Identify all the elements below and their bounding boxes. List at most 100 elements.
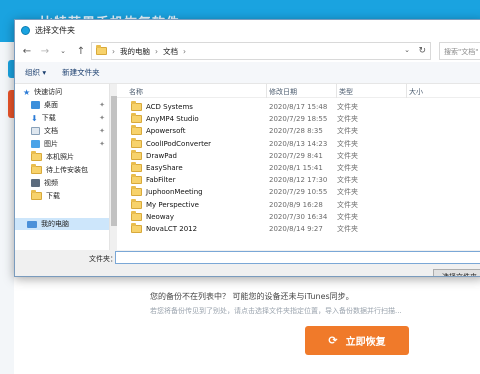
- back-arrow-icon[interactable]: ←: [21, 46, 33, 57]
- file-name-cell: My Perspective: [117, 198, 267, 209]
- file-type: 文件夹: [337, 164, 358, 172]
- desktop-icon: [31, 101, 40, 109]
- column-header-size[interactable]: 大小: [407, 84, 480, 98]
- picture-icon: [31, 140, 40, 148]
- nav-item-local-photos[interactable]: 本机照片: [31, 151, 74, 163]
- file-type: 文件夹: [337, 176, 358, 185]
- file-name: Apowersoft: [146, 127, 186, 136]
- folder-icon: [131, 223, 142, 233]
- restore-button-label: 立即恢复: [345, 337, 386, 348]
- refresh-icon: ⟳: [328, 334, 338, 347]
- dialog-title: 选择文件夹: [35, 25, 75, 35]
- file-date: 2020/7/29 18:55: [269, 115, 328, 124]
- file-name-cell: JuphoonMeeting: [117, 186, 267, 197]
- refresh-icon[interactable]: ↻: [418, 46, 426, 56]
- folder-icon: [31, 151, 42, 161]
- file-date: 2020/7/29 8:41: [269, 151, 323, 160]
- folder-name-label: 文件夹：: [89, 255, 117, 263]
- address-dropdown-icon[interactable]: ⌄: [404, 46, 410, 54]
- folder-name-input[interactable]: [115, 251, 480, 264]
- folder-icon: [131, 137, 142, 148]
- file-row[interactable]: NovaLCT 2012 2020/8/14 9:27 文件夹: [117, 223, 480, 235]
- nav-item-videos[interactable]: 视频: [31, 177, 58, 189]
- pin-icon: ✦: [99, 114, 105, 122]
- file-date: 2020/8/1 15:41: [269, 164, 323, 172]
- chevron-right-icon: ›: [112, 46, 115, 56]
- nav-item-label: 本机照片: [46, 153, 74, 161]
- search-input[interactable]: 搜索"文档": [439, 42, 480, 60]
- file-row[interactable]: JuphoonMeeting 2020/7/29 10:55 文件夹: [117, 186, 480, 198]
- nav-item-label: 待上传安装包: [46, 166, 88, 174]
- file-name-cell: FabFilter: [117, 174, 267, 185]
- restore-now-button[interactable]: ⟳ 立即恢复: [305, 326, 409, 355]
- recent-dropdown-icon[interactable]: ⌄: [57, 47, 69, 55]
- nav-item-this-pc[interactable]: 我的电脑: [15, 218, 109, 230]
- file-name-cell: DrawPad: [117, 149, 267, 160]
- column-header-name[interactable]: 名称: [117, 84, 267, 98]
- select-folder-button[interactable]: 选择文件夹: [433, 269, 480, 276]
- file-row[interactable]: Apowersoft 2020/7/28 8:35 文件夹: [117, 125, 480, 137]
- nav-scrollbar[interactable]: [109, 84, 117, 250]
- file-date: 2020/8/13 14:23: [269, 139, 328, 148]
- file-row[interactable]: FabFilter 2020/8/12 17:30 文件夹: [117, 174, 480, 186]
- file-row[interactable]: My Perspective 2020/8/9 16:28 文件夹: [117, 198, 480, 211]
- breadcrumb-documents[interactable]: 文档: [163, 46, 178, 57]
- file-date: 2020/8/17 15:48: [269, 103, 328, 111]
- pin-icon: ✦: [99, 140, 105, 148]
- column-headers: 名称 修改日期 类型 大小: [117, 84, 480, 98]
- chevron-right-icon: ›: [155, 46, 158, 56]
- breadcrumb-computer[interactable]: 我的电脑: [120, 46, 150, 57]
- nav-item-label: 视频: [44, 179, 58, 187]
- nav-item-downloads[interactable]: ⬇ 下载 ✦: [31, 112, 109, 124]
- file-row[interactable]: EasyShare 2020/8/1 15:41 文件夹: [117, 162, 480, 174]
- star-icon: ★: [23, 87, 31, 97]
- nav-item-documents[interactable]: 文档 ✦: [31, 125, 109, 137]
- select-folder-dialog: 选择文件夹 ← → ⌄ ↑ › 我的电脑 › 文档 › ⌄ ↻ 搜索"文档" 组…: [14, 19, 480, 277]
- folder-icon: [131, 198, 142, 209]
- folder-icon: [131, 186, 142, 197]
- folder-icon: [131, 149, 142, 160]
- nav-item-pictures[interactable]: 图片 ✦: [31, 138, 109, 150]
- column-header-type[interactable]: 类型: [337, 84, 407, 98]
- file-type: 文件夹: [337, 103, 358, 111]
- nav-item-label: 文档: [44, 127, 58, 135]
- file-list: 名称 修改日期 类型 大小 ACD Systems 2020/8/17 15:48…: [117, 84, 480, 250]
- file-name-cell: Apowersoft: [117, 125, 267, 136]
- nav-item-desktop[interactable]: 桌面 ✦: [31, 99, 109, 111]
- file-name-cell: EasyShare: [117, 162, 267, 172]
- computer-icon: [27, 220, 37, 228]
- file-row[interactable]: DrawPad 2020/7/29 8:41 文件夹: [117, 149, 480, 162]
- file-row[interactable]: ACD Systems 2020/8/17 15:48 文件夹: [117, 101, 480, 113]
- file-row[interactable]: AnyMP4 Studio 2020/7/29 18:55 文件夹: [117, 113, 480, 125]
- nav-item-label: 我的电脑: [41, 220, 69, 228]
- address-row: ← → ⌄ ↑ › 我的电脑 › 文档 › ⌄ ↻ 搜索"文档": [15, 40, 480, 62]
- file-row[interactable]: CoolIPodConverter 2020/8/13 14:23 文件夹: [117, 137, 480, 150]
- document-icon: [31, 127, 40, 135]
- file-name: ACD Systems: [146, 103, 193, 111]
- folder-icon: [31, 190, 42, 200]
- folder-icon: [131, 125, 142, 136]
- file-name: EasyShare: [146, 164, 183, 172]
- nav-item-pending-uploads[interactable]: 待上传安装包: [31, 164, 88, 176]
- chevron-right-icon: ›: [183, 46, 186, 56]
- file-name: FabFilter: [146, 176, 176, 185]
- file-name-cell: CoolIPodConverter: [117, 137, 267, 148]
- file-name: CoolIPodConverter: [146, 139, 212, 148]
- file-name-cell: Neoway: [117, 210, 267, 221]
- forward-arrow-icon[interactable]: →: [39, 46, 51, 57]
- file-row[interactable]: Neoway 2020/7/30 16:34 文件夹: [117, 210, 480, 223]
- folder-icon: [131, 101, 142, 111]
- new-folder-button[interactable]: 新建文件夹: [62, 67, 100, 78]
- file-date: 2020/8/14 9:27: [269, 225, 323, 233]
- file-date: 2020/8/9 16:28: [269, 200, 323, 209]
- file-type: 文件夹: [337, 200, 358, 209]
- nav-item-quick-access[interactable]: ★ 快速访问: [23, 86, 62, 98]
- organize-menu[interactable]: 组织 ▾: [25, 67, 46, 78]
- folder-icon: [131, 162, 142, 172]
- nav-item-downloads-folder[interactable]: 下载: [31, 190, 60, 202]
- address-bar[interactable]: › 我的电脑 › 文档 › ⌄ ↻: [91, 42, 431, 60]
- column-header-date[interactable]: 修改日期: [267, 84, 337, 98]
- up-arrow-icon[interactable]: ↑: [75, 46, 87, 57]
- dialog-titlebar[interactable]: 选择文件夹: [15, 20, 480, 40]
- file-type: 文件夹: [337, 115, 358, 124]
